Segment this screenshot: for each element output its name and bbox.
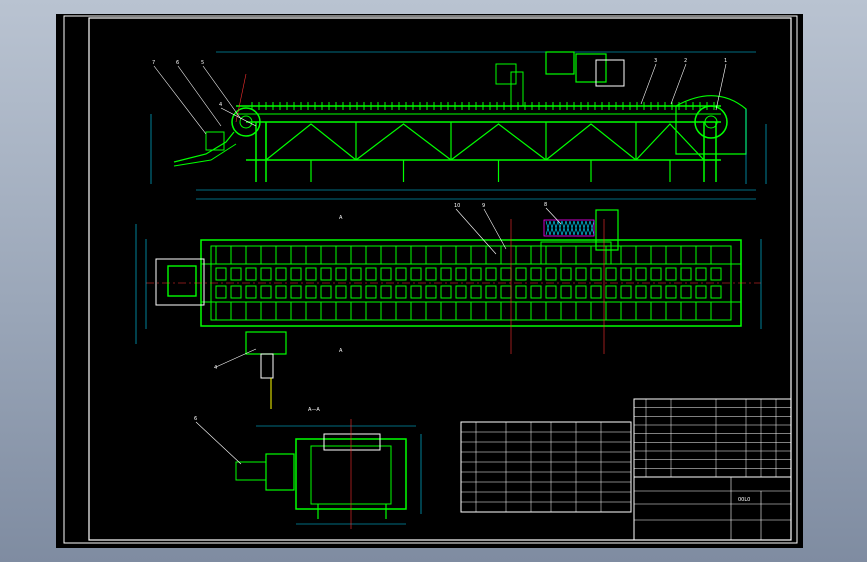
elevation-view: 7 6 5 4 3 2 1	[150, 51, 767, 200]
callout-plan-callouts-2: 8	[544, 202, 547, 208]
callout-sec-callout-0: 6	[194, 416, 197, 422]
specs-table	[460, 421, 632, 513]
callout-elev-callouts-2: 5	[201, 60, 204, 66]
title-block: 00L0	[633, 476, 792, 541]
callout-plan-callouts-1: 9	[482, 203, 485, 209]
view-mark-a-2: A	[339, 348, 343, 354]
callout-elev-callouts-4: 3	[654, 58, 657, 64]
inner-border	[88, 17, 792, 541]
view-mark-a-1: A	[339, 215, 343, 221]
parts-list	[633, 398, 792, 478]
callout-pump: 4	[214, 365, 217, 371]
plan-view: A A 10 9 8 4	[135, 202, 762, 409]
callout-elev-callouts-5: 2	[684, 58, 687, 64]
callout-elev-callouts-1: 6	[176, 60, 179, 66]
drawing-sheet: 7 6 5 4 3 2 1 A A 10 9 8 4 A—A 6 00L0	[56, 14, 803, 548]
callout-elev-callouts-0: 7	[152, 60, 155, 66]
callout-elev-callouts-6: 1	[724, 58, 727, 64]
section-view: A—A 6	[194, 407, 422, 529]
callout-plan-callouts-0: 10	[454, 203, 460, 209]
section-label: A—A	[308, 407, 320, 413]
cad-drawing: 7 6 5 4 3 2 1 A A 10 9 8 4 A—A 6 00L0	[63, 15, 798, 544]
callout-elev-callouts-3: 4	[219, 102, 222, 108]
drawing-number: 00L0	[738, 497, 750, 503]
